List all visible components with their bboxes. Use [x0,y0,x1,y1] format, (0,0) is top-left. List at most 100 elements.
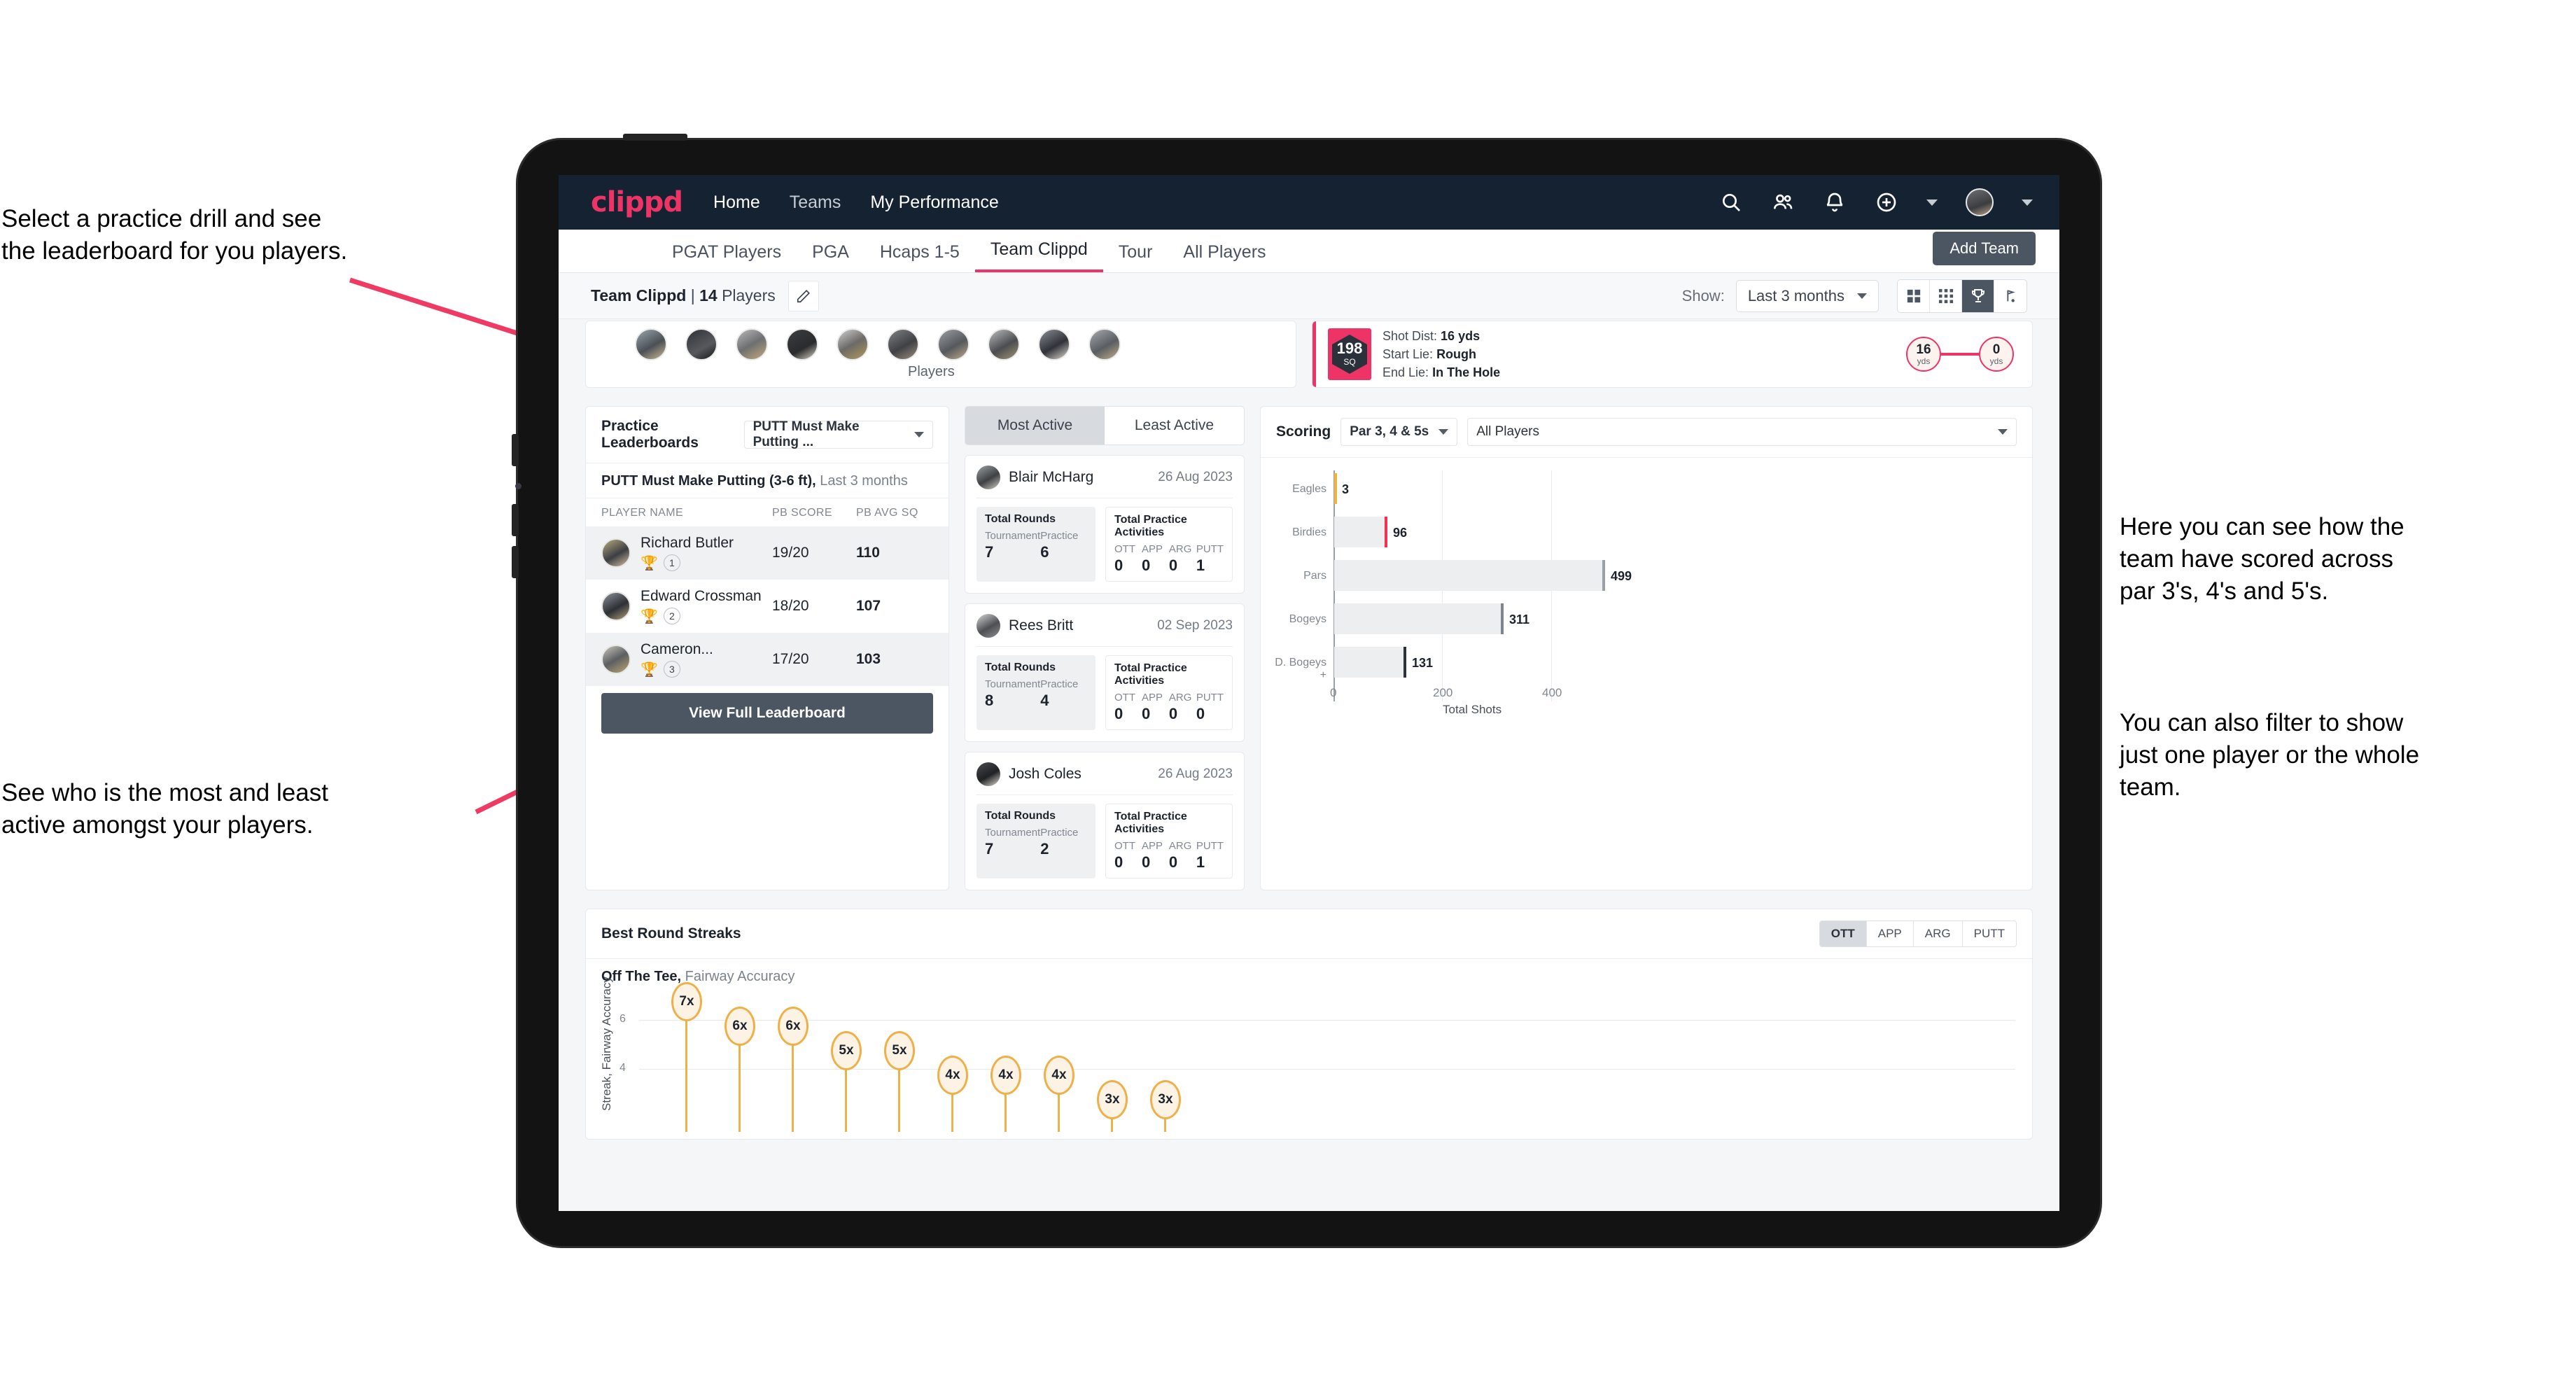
player-name: Josh Coles [1009,766,1082,782]
plus-circle-icon[interactable] [1875,190,1898,214]
shot-start-marker: 16 yds [1906,337,1941,372]
segment-arg[interactable]: ARG [1914,921,1963,946]
total-rounds-title: Total Rounds [985,513,1056,525]
streak-marker[interactable]: 3x [1150,1080,1181,1119]
tab-all-players[interactable]: All Players [1168,242,1281,272]
activity-panel: Most Active Least Active Blair McHarg 26… [965,406,1245,890]
player-avatar[interactable] [887,328,919,360]
view-full-leaderboard-button[interactable]: View Full Leaderboard [601,693,933,734]
player-avatar[interactable] [1038,328,1070,360]
nav-link-my-performance[interactable]: My Performance [870,192,998,213]
list-item[interactable]: Blair McHarg 26 Aug 2023 Total Rounds To… [965,455,1245,594]
player-avatar[interactable] [635,328,667,360]
tab-team-clippd[interactable]: Team Clippd [974,239,1103,272]
side-button-1 [512,434,519,466]
segment-putt[interactable]: PUTT [1963,921,2016,946]
start-lie-line: Start Lie: Rough [1382,345,1500,363]
shot-end-marker: 0 yds [1979,337,2014,372]
trophy-icon[interactable] [1962,279,1994,312]
show-range-select[interactable]: Last 3 months [1735,279,1879,312]
streak-marker[interactable]: 5x [884,1031,915,1070]
chevron-down-icon-profile[interactable] [2022,199,2033,206]
ott-value: 0 [1114,705,1124,722]
pencil-icon[interactable] [788,280,819,312]
players-strip-card: Players [585,321,1296,388]
volume-button [623,134,687,141]
chevron-down-icon-add[interactable] [1926,199,1938,206]
x-tick-400: 400 [1542,686,1562,699]
table-row[interactable]: Cameron... 🏆 3 17/20 103 [586,633,948,686]
list-item[interactable]: Rees Britt 02 Sep 2023 Total Rounds Tour… [965,603,1245,742]
par-filter-select[interactable]: Par 3, 4 & 5s [1340,418,1458,446]
player-avatar[interactable] [988,328,1020,360]
y-tick-eagles: Eagles [1292,483,1326,495]
putt-label: PUTT [1196,692,1224,704]
add-team-button[interactable]: Add Team [1933,232,2036,265]
divider [976,646,1233,647]
tournament-col: Tournament 7 [985,530,1040,561]
arg-value: 0 [1168,556,1178,574]
drill-select[interactable]: PUTT Must Make Putting ... [743,419,933,449]
player-name: Edward Crossman [640,587,762,604]
putt-value: 0 [1196,705,1205,722]
list-item[interactable]: Josh Coles 26 Aug 2023 Total Rounds Tour… [965,752,1245,890]
streak-marker[interactable]: 4x [937,1056,968,1095]
streak-marker[interactable]: 4x [1044,1056,1074,1095]
streaks-chart: Streak, Fairway Accuracy 6 4 7x 6x 6x 5x [600,976,2015,1132]
arg-col: ARG 0 [1169,543,1196,575]
player-avatar[interactable] [836,328,869,360]
player-avatar[interactable] [736,328,768,360]
streak-marker[interactable]: 6x [724,1007,755,1046]
y-tick-double-bogeys: D. Bogeys + [1275,657,1326,681]
practice-activities-cols: OTT 0 APP 0 ARG 0 PUTT 1 [1114,543,1224,575]
practice-activities-box: Total Practice Activities OTT 0 APP 0 ARG 0… [1105,804,1233,878]
player-filter-select[interactable]: All Players [1467,418,2017,446]
trophy-icon: 🏆 [640,662,658,678]
end-lie-key: End Lie: [1382,365,1429,380]
avatar[interactable] [1966,188,1994,216]
segment-ott[interactable]: OTT [1819,921,1867,946]
people-icon[interactable] [1771,190,1795,214]
streak-marker[interactable]: 7x [671,982,702,1021]
nav-link-teams[interactable]: Teams [790,192,841,213]
search-icon[interactable] [1719,190,1743,214]
clippd-logo[interactable]: clippd [591,186,683,218]
view-toggle-group [1897,279,2027,313]
segment-app[interactable]: APP [1867,921,1914,946]
trophy-icon: 🏆 [640,555,658,571]
player-avatar[interactable] [937,328,969,360]
tab-tour[interactable]: Tour [1103,242,1168,272]
app-label: APP [1141,840,1163,852]
player-avatar[interactable] [1088,328,1121,360]
streak-marker[interactable]: 3x [1097,1080,1128,1119]
app-label: APP [1141,692,1163,704]
bell-icon[interactable] [1823,190,1847,214]
streak-marker[interactable]: 6x [778,1007,808,1046]
tab-least-active[interactable]: Least Active [1105,407,1244,444]
practice-label: Practice [1040,827,1079,839]
table-row[interactable]: Edward Crossman 🏆 2 18/20 107 [586,580,948,633]
putt-label: PUTT [1196,840,1224,852]
ott-col: OTT 0 [1114,692,1142,723]
flag-icon[interactable] [1994,280,2026,312]
tab-pga[interactable]: PGA [797,242,864,272]
streak-marker[interactable]: 5x [831,1031,862,1070]
tab-most-active[interactable]: Most Active [965,407,1105,444]
nav-link-home[interactable]: Home [713,192,760,213]
col-player-name: PLAYER NAME [601,507,684,519]
table-row[interactable]: Richard Butler 🏆 1 19/20 110 [586,526,948,580]
streaks-segment-group: OTT APP ARG PUTT [1819,920,2017,947]
tab-hcaps-1-5[interactable]: Hcaps 1-5 [864,242,975,272]
streak-marker[interactable]: 4x [990,1056,1021,1095]
shot-details: Shot Dist: 16 yds Start Lie: Rough End L… [1382,327,1500,382]
grid-small-icon[interactable] [1930,279,1962,312]
y-tick-bogeys: Bogeys [1289,613,1326,625]
grid-large-icon[interactable] [1898,279,1930,312]
hex-badge: 198 SQ [1332,335,1367,374]
practice-leaderboard-card: Practice Leaderboards PUTT Must Make Put… [585,406,949,890]
team-players-word: Players [722,286,776,304]
player-avatar[interactable] [685,328,718,360]
shot-start-value: 16 [1916,342,1931,357]
tab-pgat-players[interactable]: PGAT Players [657,242,797,272]
player-avatar[interactable] [786,328,818,360]
